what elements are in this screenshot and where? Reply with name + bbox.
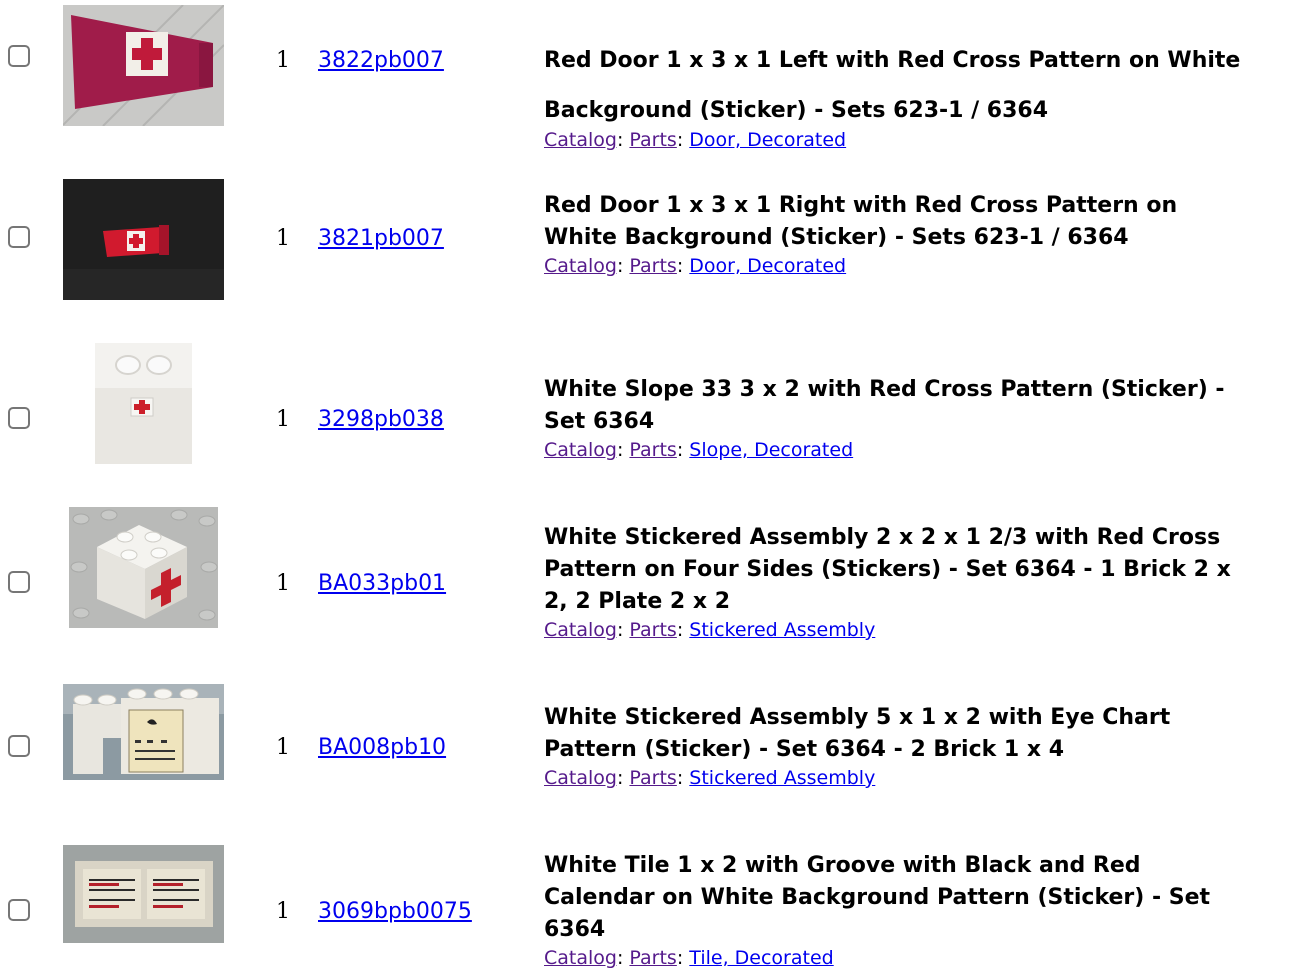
part-title: White Stickered Assembly 2 x 2 x 1 2/3 w… (544, 525, 1231, 614)
quantity: 1 (276, 407, 290, 432)
part-image[interactable] (63, 684, 224, 780)
parts-link[interactable]: Parts (629, 439, 676, 461)
breadcrumb: Catalog: Parts: Stickered Assembly (544, 766, 1284, 790)
quantity: 1 (276, 899, 290, 924)
catalog-link[interactable]: Catalog (544, 767, 617, 789)
part-description: White Tile 1 x 2 with Groove with Black … (544, 850, 1284, 970)
catalog-link[interactable]: Catalog (544, 255, 617, 277)
category-link[interactable]: Tile, Decorated (689, 947, 833, 969)
part-description: Red Door 1 x 3 x 1 Left with Red Cross P… (544, 45, 1284, 152)
catalog-link[interactable]: Catalog (544, 129, 617, 151)
quantity: 1 (276, 735, 290, 760)
part-title: White Tile 1 x 2 with Groove with Black … (544, 853, 1211, 942)
part-number-link[interactable]: 3821pb007 (318, 226, 444, 252)
separator: : (616, 767, 630, 789)
part-number-link[interactable]: 3069bpb0075 (318, 899, 472, 925)
select-checkbox[interactable] (8, 899, 30, 921)
select-checkbox[interactable] (8, 226, 30, 248)
part-number-link[interactable]: 3298pb038 (318, 407, 444, 433)
part-number-link[interactable]: 3822pb007 (318, 48, 444, 74)
part-image[interactable] (95, 343, 192, 464)
quantity: 1 (276, 48, 290, 73)
part-image[interactable] (63, 5, 224, 126)
breadcrumb: Catalog: Parts: Door, Decorated (544, 254, 1284, 278)
breadcrumb: Catalog: Parts: Slope, Decorated (544, 438, 1284, 462)
part-title: White Slope 33 3 x 2 with Red Cross Patt… (544, 377, 1225, 434)
part-description: White Stickered Assembly 5 x 1 x 2 with … (544, 702, 1284, 790)
part-image[interactable] (63, 845, 224, 943)
separator: : (616, 255, 630, 277)
quantity: 1 (276, 571, 290, 596)
part-image[interactable] (63, 179, 224, 300)
category-link[interactable]: Door, Decorated (689, 129, 846, 151)
part-title: Red Door 1 x 3 x 1 Right with Red Cross … (544, 193, 1178, 250)
parts-link[interactable]: Parts (629, 255, 676, 277)
separator: : (676, 947, 690, 969)
separator: : (616, 619, 630, 641)
separator: : (676, 767, 690, 789)
parts-link[interactable]: Parts (629, 129, 676, 151)
breadcrumb: Catalog: Parts: Tile, Decorated (544, 946, 1284, 970)
select-checkbox[interactable] (8, 735, 30, 757)
category-link[interactable]: Slope, Decorated (689, 439, 853, 461)
parts-link[interactable]: Parts (629, 619, 676, 641)
part-description: Red Door 1 x 3 x 1 Right with Red Cross … (544, 190, 1284, 278)
select-checkbox[interactable] (8, 407, 30, 429)
separator: : (616, 129, 630, 151)
select-checkbox[interactable] (8, 45, 30, 67)
category-link[interactable]: Door, Decorated (689, 255, 846, 277)
select-checkbox[interactable] (8, 571, 30, 593)
separator: : (616, 439, 630, 461)
separator: : (676, 439, 690, 461)
separator: : (616, 947, 630, 969)
parts-link[interactable]: Parts (629, 947, 676, 969)
separator: : (676, 619, 690, 641)
part-image[interactable] (69, 507, 218, 628)
part-number-link[interactable]: BA033pb01 (318, 571, 446, 597)
separator: : (676, 255, 690, 277)
category-link[interactable]: Stickered Assembly (689, 767, 875, 789)
part-title: Red Door 1 x 3 x 1 Left with Red Cross P… (544, 48, 1241, 123)
part-number-link[interactable]: BA008pb10 (318, 735, 446, 761)
part-description: White Stickered Assembly 2 x 2 x 1 2/3 w… (544, 522, 1284, 642)
catalog-link[interactable]: Catalog (544, 439, 617, 461)
catalog-link[interactable]: Catalog (544, 619, 617, 641)
catalog-link[interactable]: Catalog (544, 947, 617, 969)
category-link[interactable]: Stickered Assembly (689, 619, 875, 641)
separator: : (676, 129, 690, 151)
part-description: White Slope 33 3 x 2 with Red Cross Patt… (544, 374, 1284, 462)
quantity: 1 (276, 226, 290, 251)
part-title: White Stickered Assembly 5 x 1 x 2 with … (544, 705, 1171, 762)
parts-link[interactable]: Parts (629, 767, 676, 789)
breadcrumb: Catalog: Parts: Stickered Assembly (544, 618, 1284, 642)
